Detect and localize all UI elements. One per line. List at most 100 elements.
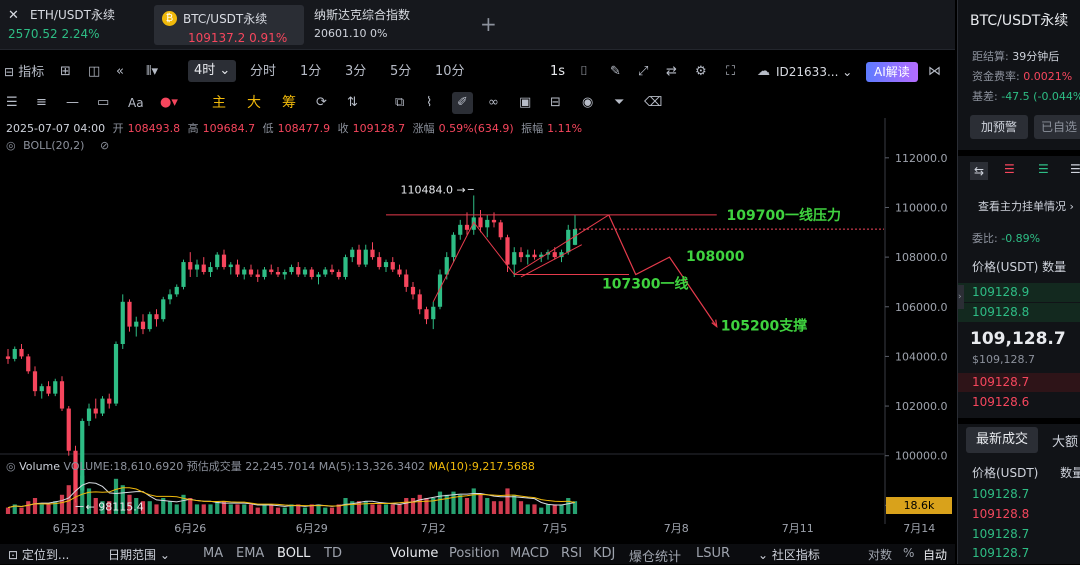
volume-bar <box>552 504 557 514</box>
overlay-ma[interactable]: MA <box>203 546 223 561</box>
candle-body <box>410 286 416 295</box>
subplot-rsi[interactable]: RSI <box>561 546 582 561</box>
date-range-button[interactable]: 日期范围 ⌄ <box>108 546 170 563</box>
image-icon[interactable]: ▣ <box>519 90 531 116</box>
subplot-macd[interactable]: MACD <box>510 546 549 561</box>
interval-1m[interactable]: 1分 <box>300 58 321 86</box>
text-tool-icon[interactable]: Aa <box>128 90 144 116</box>
orderbook-view-icon-1[interactable]: ⇆ <box>970 162 989 180</box>
ask-row[interactable]: 109128.9 <box>958 283 1080 302</box>
chg-label: 涨幅 <box>412 122 435 135</box>
filter-icon[interactable]: ⏷ <box>614 90 624 116</box>
community-indicator-button[interactable]: ⌄ 社区指标 <box>758 546 820 563</box>
orderbook-view-icon-3[interactable]: ☰ <box>1038 162 1049 176</box>
subplot-lsur[interactable]: LSUR <box>696 546 730 561</box>
line-tool-icon[interactable]: — <box>66 90 79 116</box>
y-tick-label: 112000.0 <box>895 152 948 165</box>
volume-bar <box>269 504 274 514</box>
overlay-boll[interactable]: BOLL <box>277 546 310 561</box>
rewind-icon[interactable]: « <box>116 58 124 86</box>
ratio-value: -0.89% <box>1001 232 1041 245</box>
divider <box>958 150 1080 156</box>
rect-tool-icon[interactable]: ▭ <box>97 90 109 116</box>
draw-active-icon[interactable]: ✐ <box>452 92 473 114</box>
orderbook-view-icon-2[interactable]: ☰ <box>1004 162 1015 176</box>
sync-icon[interactable]: ⟳ <box>316 90 327 116</box>
interval-timeshare[interactable]: 分时 <box>250 58 276 86</box>
add-alert-button[interactable]: 加预警 <box>970 115 1028 139</box>
subplot-liquidation[interactable]: 爆仓统计 <box>629 546 681 565</box>
refresh-rate[interactable]: 1s <box>550 58 565 86</box>
candle-type-icon[interactable]: ⫴▾ <box>146 58 158 86</box>
candlestick-chart[interactable]: 112000.0 110000.0 108000.0 106000.0 104000.0… <box>0 118 955 564</box>
volume-toggle-icon[interactable]: ◎ <box>6 460 16 473</box>
percent-scale-button[interactable]: % <box>903 546 914 560</box>
interval-3m[interactable]: 3分 <box>345 58 366 86</box>
expand-icon[interactable]: ⤢ <box>638 58 648 86</box>
tab-latest-trades[interactable]: 最新成交 <box>966 427 1038 453</box>
close-value: 109128.7 <box>352 122 406 135</box>
account-id[interactable]: ID21633... ⌄ <box>776 58 852 86</box>
eye-icon[interactable]: ◉ <box>582 90 593 116</box>
trash-icon[interactable]: ⌫ <box>644 90 662 116</box>
menu-icon[interactable]: ☰ <box>6 90 18 116</box>
main-chart-button[interactable]: 主 <box>212 90 226 116</box>
ai-button[interactable]: AI解读 <box>866 62 918 82</box>
tab-nasdaq[interactable]: 纳斯达克综合指数 20601.10 0% <box>314 6 454 44</box>
brush-icon[interactable]: ⌇ <box>426 90 432 116</box>
subplot-position[interactable]: Position <box>449 546 500 561</box>
fullscreen-icon[interactable]: ⛶ <box>726 58 735 86</box>
cloud-icon[interactable]: ☁ <box>757 58 770 86</box>
close-icon[interactable]: ✕ <box>8 8 19 23</box>
locate-button[interactable]: ⊡ 定位到... <box>8 546 69 563</box>
magnet-icon[interactable]: ∞ <box>488 90 499 116</box>
tab-big-trades[interactable]: 大额 <box>1052 431 1078 450</box>
tab-btc-price: 109137.2 <box>188 31 246 45</box>
layout-icon[interactable]: ◫ <box>88 58 100 86</box>
boll-toggle-icon[interactable]: ◎ <box>6 139 16 152</box>
volume-bar <box>410 498 416 514</box>
auto-scale-button[interactable]: 自动 <box>923 546 947 563</box>
orderbook-view-icon-4[interactable]: ☰ <box>1070 162 1080 176</box>
tab-nasdaq-price: 20601.10 <box>314 27 367 40</box>
swap-icon[interactable]: ⇅ <box>347 90 358 116</box>
sidebar-collapse-icon[interactable]: › <box>958 285 964 309</box>
volume-ma10: MA(10):9,217.5688 <box>428 460 535 473</box>
interval-10m[interactable]: 10分 <box>435 58 465 86</box>
add-tab-icon[interactable]: + <box>480 12 497 36</box>
log-scale-button[interactable]: 对数 <box>868 546 892 563</box>
settings-icon[interactable]: ⚙ <box>695 58 707 86</box>
volume-bar <box>370 504 375 514</box>
interval-active[interactable]: 4时 ⌄ <box>188 60 237 82</box>
add-favorite-button[interactable]: 已自选 <box>1034 115 1080 139</box>
compare-icon[interactable]: ⇄ <box>666 58 677 86</box>
pencil-icon[interactable]: ✎ <box>610 58 621 86</box>
ask-row[interactable]: 109128.8 <box>958 303 1080 322</box>
depth-link[interactable]: 查看主力挂单情况 › <box>978 198 1074 214</box>
interval-5m[interactable]: 5分 <box>390 58 411 86</box>
chart-panel[interactable]: 112000.0 110000.0 108000.0 106000.0 104000.0… <box>0 118 955 564</box>
share-icon[interactable]: ⋈ <box>928 58 941 86</box>
template-icon[interactable]: ⊞ <box>60 58 71 86</box>
hide-eye-icon[interactable]: ⊘ <box>100 139 109 152</box>
tab-btc[interactable]: ₿ BTC/USDT永续 109137.2 0.91% <box>154 5 304 45</box>
overlay-ema[interactable]: EMA <box>236 546 264 561</box>
tab-eth[interactable]: ETH/USDT永续 2570.52 2.24% <box>8 6 150 44</box>
bid-row[interactable]: 109128.6 <box>958 393 1080 412</box>
chips-button[interactable]: 筹 <box>282 90 296 116</box>
lock-icon[interactable]: ⊟ <box>550 90 561 116</box>
camera-icon[interactable]: ⌷ <box>580 58 588 86</box>
big-order-button[interactable]: 大 <box>247 90 261 116</box>
x-tick-label: 7月2 <box>421 522 446 535</box>
subplot-volume[interactable]: Volume <box>390 546 438 561</box>
trades-col-price: 价格(USDT) <box>972 466 1039 480</box>
bid-row[interactable]: 109128.7 <box>958 373 1080 392</box>
subplot-kdj[interactable]: KDJ <box>593 546 615 561</box>
copy-icon[interactable]: ⧉ <box>395 90 404 116</box>
candle-body <box>120 301 125 344</box>
list-icon[interactable]: ≡ <box>36 90 47 116</box>
marker-tool-icon[interactable]: ●▾ <box>160 90 178 116</box>
annotation-label: 109700一线压力 <box>727 207 841 224</box>
overlay-td[interactable]: TD <box>324 546 342 561</box>
indicator-button[interactable]: ⊟ 指标 <box>4 58 44 86</box>
